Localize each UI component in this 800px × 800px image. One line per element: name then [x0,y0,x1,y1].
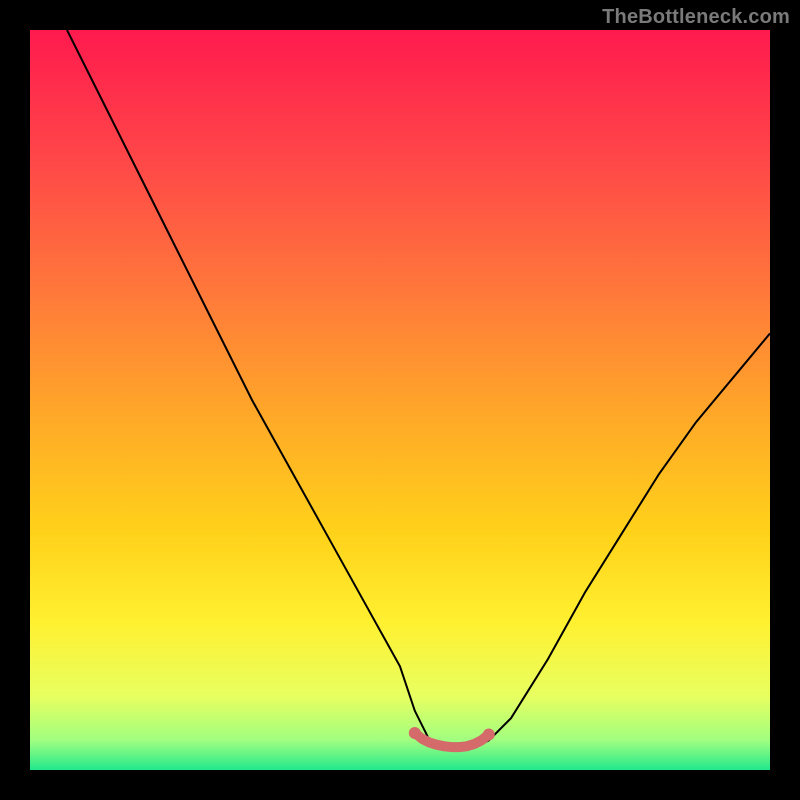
curve-layer [30,30,770,770]
plot-area [30,30,770,770]
bottleneck-curve [67,30,770,748]
chart-frame: TheBottleneck.com [0,0,800,800]
watermark-label: TheBottleneck.com [602,6,790,29]
